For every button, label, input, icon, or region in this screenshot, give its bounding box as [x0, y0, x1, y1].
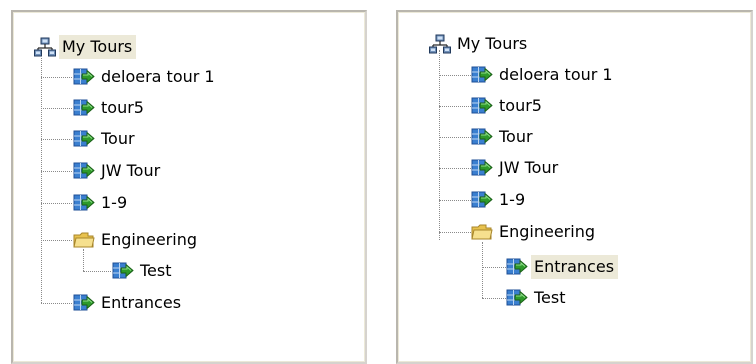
tree-node-label: JW Tour — [101, 161, 161, 180]
tour-arrow-icon — [73, 98, 95, 118]
tree-connector — [439, 50, 440, 240]
tree-folder-engineering[interactable]: Engineering — [471, 219, 599, 245]
tree-node-label: My Tours — [59, 35, 137, 59]
tree-node-tour5[interactable]: tour5 — [73, 95, 148, 121]
tree-connector — [41, 171, 72, 172]
tree-node-label: 1-9 — [499, 190, 526, 209]
tour-arrow-icon — [506, 257, 528, 277]
tree-node-deloera-tour-1[interactable]: deloera tour 1 — [73, 64, 219, 90]
tree-connector — [439, 168, 471, 169]
tree-node-deloera-tour-1[interactable]: deloera tour 1 — [471, 62, 617, 88]
tree-node-label: Test — [140, 261, 172, 280]
tree-connector — [41, 240, 72, 241]
tree-connector — [439, 75, 471, 76]
tree-node-label: Entrances — [101, 293, 182, 312]
tree-node-tour[interactable]: Tour — [471, 124, 537, 150]
tree-root-my-tours[interactable]: My Tours — [429, 31, 531, 57]
tree-connector — [41, 58, 42, 303]
tree-connector — [439, 200, 471, 201]
tree-node-jw-tour[interactable]: JW Tour — [73, 158, 164, 184]
tour-tree-left[interactable]: My Tours deloera tour 1 tour5 Tour JW To… — [13, 12, 365, 362]
tour-arrow-icon — [506, 288, 528, 308]
tree-connector — [439, 137, 471, 138]
tree-node-1-9[interactable]: 1-9 — [73, 190, 131, 216]
tree-root-my-tours[interactable]: My Tours — [34, 34, 137, 60]
tree-connector — [41, 303, 72, 304]
tree-node-label: Tour — [101, 129, 135, 148]
tree-node-label: Engineering — [101, 230, 197, 249]
tree-node-1-9[interactable]: 1-9 — [471, 187, 529, 213]
tree-connector — [482, 298, 506, 299]
tree-connector — [41, 77, 72, 78]
tour-arrow-icon — [73, 293, 95, 313]
tree-connector — [83, 271, 111, 272]
tour-arrow-icon — [73, 129, 95, 149]
tree-node-label: 1-9 — [101, 193, 128, 212]
tour-arrow-icon — [73, 193, 95, 213]
tour-arrow-icon — [73, 67, 95, 87]
tree-connector — [439, 106, 471, 107]
network-computers-icon — [34, 37, 56, 57]
tree-node-label: Entrances — [531, 255, 619, 279]
tree-node-tour5[interactable]: tour5 — [471, 93, 546, 119]
folder-open-icon — [471, 222, 493, 242]
tree-connector — [482, 267, 506, 268]
tree-node-entrances[interactable]: Entrances — [73, 290, 185, 316]
tree-folder-engineering[interactable]: Engineering — [73, 227, 201, 253]
tree-node-entrances[interactable]: Entrances — [506, 254, 619, 280]
tree-node-label: tour5 — [499, 96, 542, 115]
tree-connector — [482, 242, 483, 298]
tree-node-label: tour5 — [101, 98, 144, 117]
tree-node-label: Engineering — [499, 222, 595, 241]
folder-open-icon — [73, 230, 95, 250]
tree-connector — [41, 139, 72, 140]
tour-arrow-icon — [73, 161, 95, 181]
tree-node-label: Test — [534, 288, 566, 307]
tree-node-test[interactable]: Test — [506, 285, 570, 311]
tree-connector — [41, 203, 72, 204]
tour-arrow-icon — [471, 96, 493, 116]
tree-node-label: My Tours — [457, 34, 528, 53]
tree-node-test[interactable]: Test — [112, 258, 176, 284]
tree-node-tour[interactable]: Tour — [73, 126, 139, 152]
tour-arrow-icon — [112, 261, 134, 281]
tour-arrow-icon — [471, 127, 493, 147]
tree-connector — [41, 108, 72, 109]
tree-node-label: Tour — [499, 127, 533, 146]
tour-arrow-icon — [471, 190, 493, 210]
tour-arrow-icon — [471, 65, 493, 85]
tour-tree-panel-left[interactable]: My Tours deloera tour 1 tour5 Tour JW To… — [11, 10, 367, 364]
tree-node-label: JW Tour — [499, 158, 559, 177]
tree-connector — [439, 232, 471, 233]
tree-node-label: deloera tour 1 — [101, 67, 215, 86]
network-computers-icon — [429, 34, 451, 54]
tour-arrow-icon — [471, 158, 493, 178]
tour-tree-panel-right[interactable]: My Tours deloera tour 1 tour5 Tour JW To… — [396, 10, 753, 364]
tree-node-jw-tour[interactable]: JW Tour — [471, 155, 562, 181]
tree-node-label: deloera tour 1 — [499, 65, 613, 84]
tour-tree-right[interactable]: My Tours deloera tour 1 tour5 Tour JW To… — [398, 12, 751, 362]
